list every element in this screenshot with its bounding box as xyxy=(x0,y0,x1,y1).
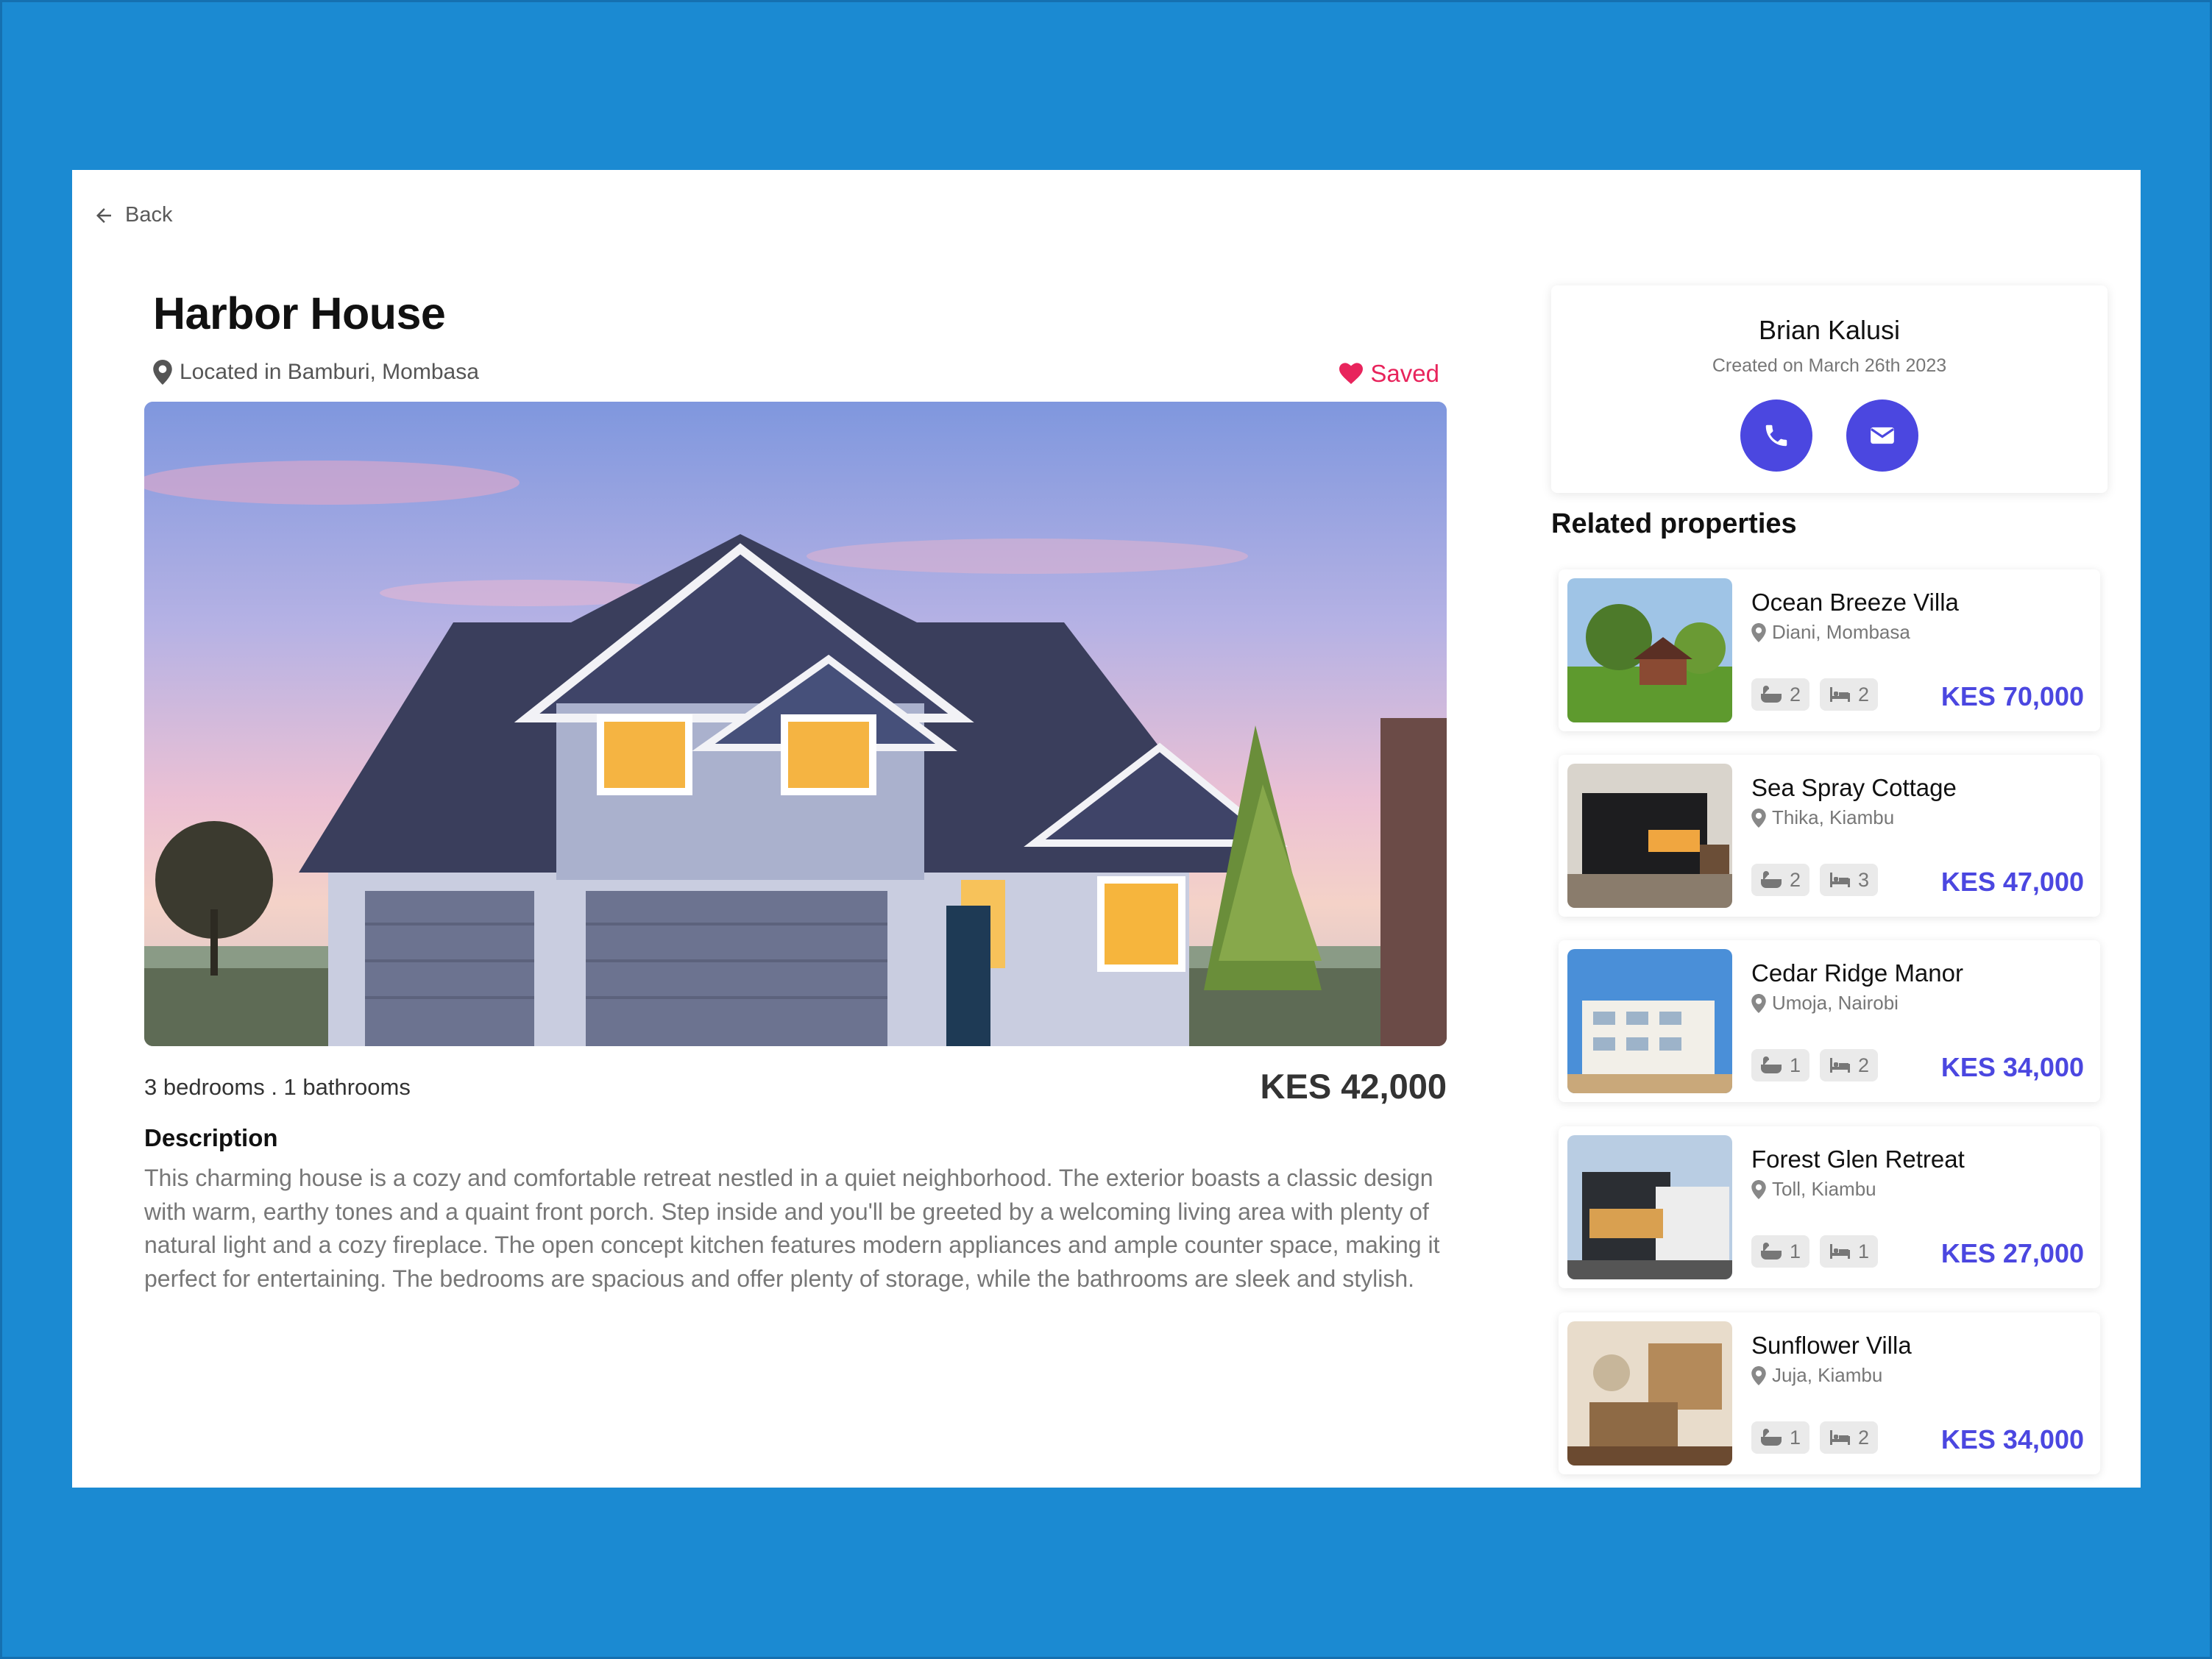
bath-chip: 1 xyxy=(1751,1421,1810,1454)
related-location: Juja, Kiambu xyxy=(1751,1364,1882,1387)
property-image xyxy=(144,402,1447,1046)
related-card[interactable]: Sunflower Villa Juja, Kiambu 1 2 KES 34,… xyxy=(1559,1312,2100,1474)
bed-chip: 2 xyxy=(1820,1421,1879,1454)
back-label: Back xyxy=(125,203,173,227)
call-button[interactable] xyxy=(1740,399,1812,472)
bed-chip: 2 xyxy=(1820,1049,1879,1081)
related-name: Sea Spray Cottage xyxy=(1751,774,1957,801)
map-pin-icon xyxy=(1751,808,1766,828)
bed-icon xyxy=(1830,1430,1851,1445)
saved-label: Saved xyxy=(1370,360,1439,387)
phone-icon xyxy=(1765,424,1787,447)
related-thumbnail xyxy=(1567,578,1732,722)
property-specs: 3 bedrooms . 1 bathrooms xyxy=(144,1074,411,1100)
bed-icon xyxy=(1830,873,1851,887)
related-properties-heading: Related properties xyxy=(1551,508,1797,539)
related-specs: 1 1 xyxy=(1751,1235,1879,1268)
related-name: Sunflower Villa xyxy=(1751,1332,1912,1359)
bathtub-icon xyxy=(1761,686,1782,703)
saved-toggle[interactable]: Saved xyxy=(1339,360,1439,388)
description-heading: Description xyxy=(144,1124,278,1151)
related-name: Ocean Breeze Villa xyxy=(1751,589,1959,616)
email-button[interactable] xyxy=(1846,399,1918,472)
related-specs: 2 2 xyxy=(1751,678,1879,711)
related-location: Thika, Kiambu xyxy=(1751,806,1894,829)
envelope-icon xyxy=(1871,427,1894,444)
bathtub-icon xyxy=(1761,1243,1782,1260)
bed-chip: 2 xyxy=(1820,678,1879,711)
related-specs: 2 3 xyxy=(1751,864,1879,896)
page-title: Harbor House xyxy=(153,288,446,338)
location-text: Located in Bamburi, Mombasa xyxy=(180,360,479,384)
bath-chip: 1 xyxy=(1751,1235,1810,1268)
description-text: This charming house is a cozy and comfor… xyxy=(144,1165,1440,1292)
related-location: Toll, Kiambu xyxy=(1751,1178,1876,1201)
related-price: KES 27,000 xyxy=(1940,1238,2084,1268)
agent-card: Brian Kalusi Created on March 26th 2023 xyxy=(1551,285,2108,493)
bath-chip: 1 xyxy=(1751,1049,1810,1081)
bed-icon xyxy=(1830,1058,1851,1073)
house-photo xyxy=(144,402,1447,1046)
related-price: KES 34,000 xyxy=(1940,1052,2084,1082)
property-price: KES 42,000 xyxy=(1260,1067,1447,1106)
related-location: Umoja, Nairobi xyxy=(1751,992,1899,1015)
related-thumbnail xyxy=(1567,949,1732,1093)
related-card[interactable]: Sea Spray Cottage Thika, Kiambu 2 3 KES … xyxy=(1559,755,2100,917)
back-button[interactable]: Back xyxy=(93,203,172,227)
related-specs: 1 2 xyxy=(1751,1421,1879,1454)
bath-chip: 2 xyxy=(1751,864,1810,896)
bathtub-icon xyxy=(1761,871,1782,888)
related-card[interactable]: Forest Glen Retreat Toll, Kiambu 1 1 KES… xyxy=(1559,1126,2100,1288)
related-thumbnail xyxy=(1567,1135,1732,1279)
map-pin-icon xyxy=(1751,993,1766,1013)
bathtub-icon xyxy=(1761,1056,1782,1073)
bathtub-icon xyxy=(1761,1429,1782,1446)
related-card[interactable]: Ocean Breeze Villa Diani, Mombasa 2 2 KE… xyxy=(1559,569,2100,731)
related-price: KES 47,000 xyxy=(1940,867,2084,897)
agent-created-date: Created on March 26th 2023 xyxy=(1712,355,1947,376)
related-price: KES 34,000 xyxy=(1940,1424,2084,1454)
bed-icon xyxy=(1830,687,1851,702)
bed-icon xyxy=(1830,1244,1851,1259)
arrow-left-icon xyxy=(96,207,111,223)
heart-icon xyxy=(1339,363,1364,384)
map-pin-icon xyxy=(1751,1179,1766,1199)
related-thumbnail xyxy=(1567,764,1732,908)
related-specs: 1 2 xyxy=(1751,1049,1879,1081)
map-pin-icon xyxy=(1751,622,1766,642)
bed-chip: 3 xyxy=(1820,864,1879,896)
related-thumbnail xyxy=(1567,1321,1732,1466)
related-card[interactable]: Cedar Ridge Manor Umoja, Nairobi 1 2 KES… xyxy=(1559,940,2100,1102)
agent-name: Brian Kalusi xyxy=(1758,315,1901,345)
related-name: Forest Glen Retreat xyxy=(1751,1145,1965,1173)
property-page: Back Harbor House Located in Bamburi, Mo… xyxy=(72,170,2141,1488)
related-price: KES 70,000 xyxy=(1940,681,2084,711)
related-location: Diani, Mombasa xyxy=(1751,621,1910,644)
bed-chip: 1 xyxy=(1820,1235,1879,1268)
related-name: Cedar Ridge Manor xyxy=(1751,959,1963,987)
bath-chip: 2 xyxy=(1751,678,1810,711)
map-pin-icon xyxy=(1751,1365,1766,1385)
map-pin-icon xyxy=(153,360,172,385)
property-location: Located in Bamburi, Mombasa xyxy=(153,360,479,385)
contact-buttons xyxy=(1551,399,2108,472)
